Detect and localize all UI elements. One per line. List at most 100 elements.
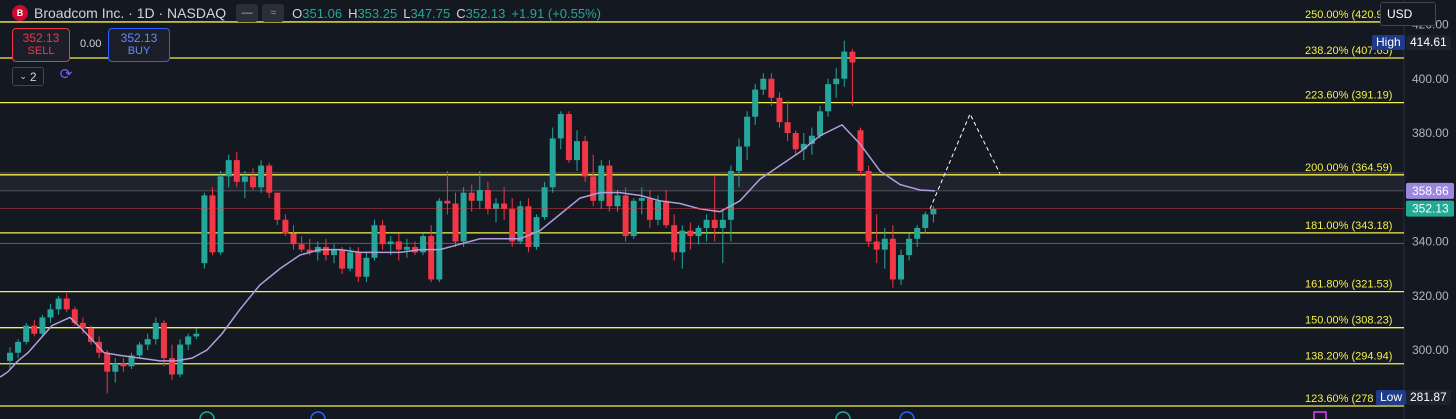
candle-body (282, 219, 289, 234)
candle-body (428, 236, 435, 280)
candle-body (557, 114, 564, 139)
candle-body (711, 219, 718, 228)
symbol-title[interactable]: Broadcom Inc. · 1D · NASDAQ (34, 5, 226, 21)
candle-body (898, 255, 904, 280)
close-value: 352.13 (465, 5, 506, 21)
candle-body (241, 176, 248, 182)
candle-body (436, 200, 443, 280)
candle-body (47, 309, 54, 318)
candle-body (889, 238, 896, 280)
candle-body (112, 363, 119, 372)
change-value: +1.91 (+0.55%) (511, 5, 601, 21)
candle-body (355, 252, 362, 277)
candle-body (768, 78, 775, 98)
high-value-tag: 414.61 (1406, 35, 1451, 50)
candle-body (185, 336, 192, 345)
low-value: 347.75 (410, 5, 451, 21)
candle-body (39, 317, 46, 334)
candle-body (655, 200, 661, 220)
candle-body (331, 249, 337, 256)
candle-body (525, 206, 532, 247)
candle-body (209, 195, 216, 253)
collapse-button[interactable]: — (236, 4, 259, 22)
indicators-toggle[interactable]: ⌄ 2 (12, 67, 44, 86)
candle-body (509, 208, 516, 242)
candle-body (922, 214, 929, 228)
candle-body (476, 189, 483, 201)
candle-body (881, 238, 888, 250)
candle-body (825, 84, 832, 112)
candle-body (541, 187, 548, 218)
candle-body (444, 200, 451, 204)
candle-body (468, 192, 475, 201)
candle-body (452, 203, 459, 242)
currency-selector[interactable]: USD (1380, 2, 1436, 26)
chart-header: B Broadcom Inc. · 1D · NASDAQ — ≈ O351.0… (0, 0, 607, 26)
candle-body (250, 176, 256, 188)
candle-body (290, 233, 297, 245)
candle-body (590, 176, 597, 201)
price-chart[interactable]: 250.00% (420.94)238.20% (407.65)223.60% … (0, 0, 1456, 419)
candle-body (549, 138, 556, 188)
candle-body (460, 192, 467, 242)
candle-body (606, 165, 613, 207)
spread-value: 0.00 (80, 38, 102, 50)
sync-icon[interactable]: ⟳ (58, 67, 74, 83)
fib-label-6: 150.00% (308.23) (1305, 315, 1392, 327)
candle-body (841, 51, 848, 79)
candle-body (55, 298, 62, 310)
candle-body (160, 322, 167, 359)
fib-label-7: 138.20% (294.94) (1305, 351, 1392, 363)
candle-body (493, 203, 499, 209)
compare-icon[interactable]: ≈ (262, 4, 285, 22)
candle-body (614, 195, 621, 207)
candle-body (752, 89, 759, 117)
candle-body (638, 198, 645, 201)
fib-label-5: 161.80% (321.53) (1305, 279, 1392, 291)
candle-body (193, 333, 200, 337)
candle-body (630, 200, 637, 237)
candle-body (687, 230, 694, 237)
candle-body (719, 219, 726, 228)
y-tick-label: 300.00 (1412, 343, 1449, 357)
candle-body (63, 298, 70, 310)
y-tick-label: 320.00 (1412, 289, 1449, 303)
buy-label: BUY (127, 45, 151, 57)
y-tick-label: 400.00 (1412, 72, 1449, 86)
candle-body (266, 165, 273, 193)
candle-body (387, 241, 394, 245)
highlight-band (0, 172, 1404, 191)
candle-body (622, 195, 629, 237)
candle-body (233, 160, 240, 182)
candle-body (930, 208, 937, 215)
candle-body (736, 146, 742, 171)
candle-body (120, 363, 127, 367)
broadcom-logo-icon: B (12, 5, 28, 21)
candle-body (484, 189, 491, 209)
low-label: Low (1376, 390, 1407, 405)
candle-body (517, 206, 524, 242)
candle-body (695, 227, 702, 237)
chevron-down-icon: ⌄ (19, 71, 27, 81)
candle-body (501, 203, 508, 209)
candle-body (403, 246, 410, 250)
high-label: High (1372, 35, 1405, 50)
candle-body (31, 325, 38, 334)
candle-body (201, 195, 208, 264)
buy-button[interactable]: 352.13 BUY (108, 28, 170, 62)
fib-label-4: 181.00% (343.18) (1305, 220, 1392, 232)
sell-price: 352.13 (22, 31, 60, 45)
candle-body (598, 165, 605, 201)
candle-body (776, 97, 783, 123)
candle-body (914, 227, 921, 239)
candle-body (833, 78, 840, 85)
candle-body (565, 114, 572, 161)
sell-label: SELL (27, 45, 55, 57)
low-value-tag: 281.87 (1406, 390, 1451, 405)
buy-price: 352.13 (120, 31, 158, 45)
candle-body (379, 225, 386, 245)
candle-body (873, 241, 880, 250)
candle-body (258, 165, 265, 188)
indicator-count: 2 (29, 69, 37, 84)
sell-button[interactable]: 352.13 SELL (12, 28, 70, 62)
